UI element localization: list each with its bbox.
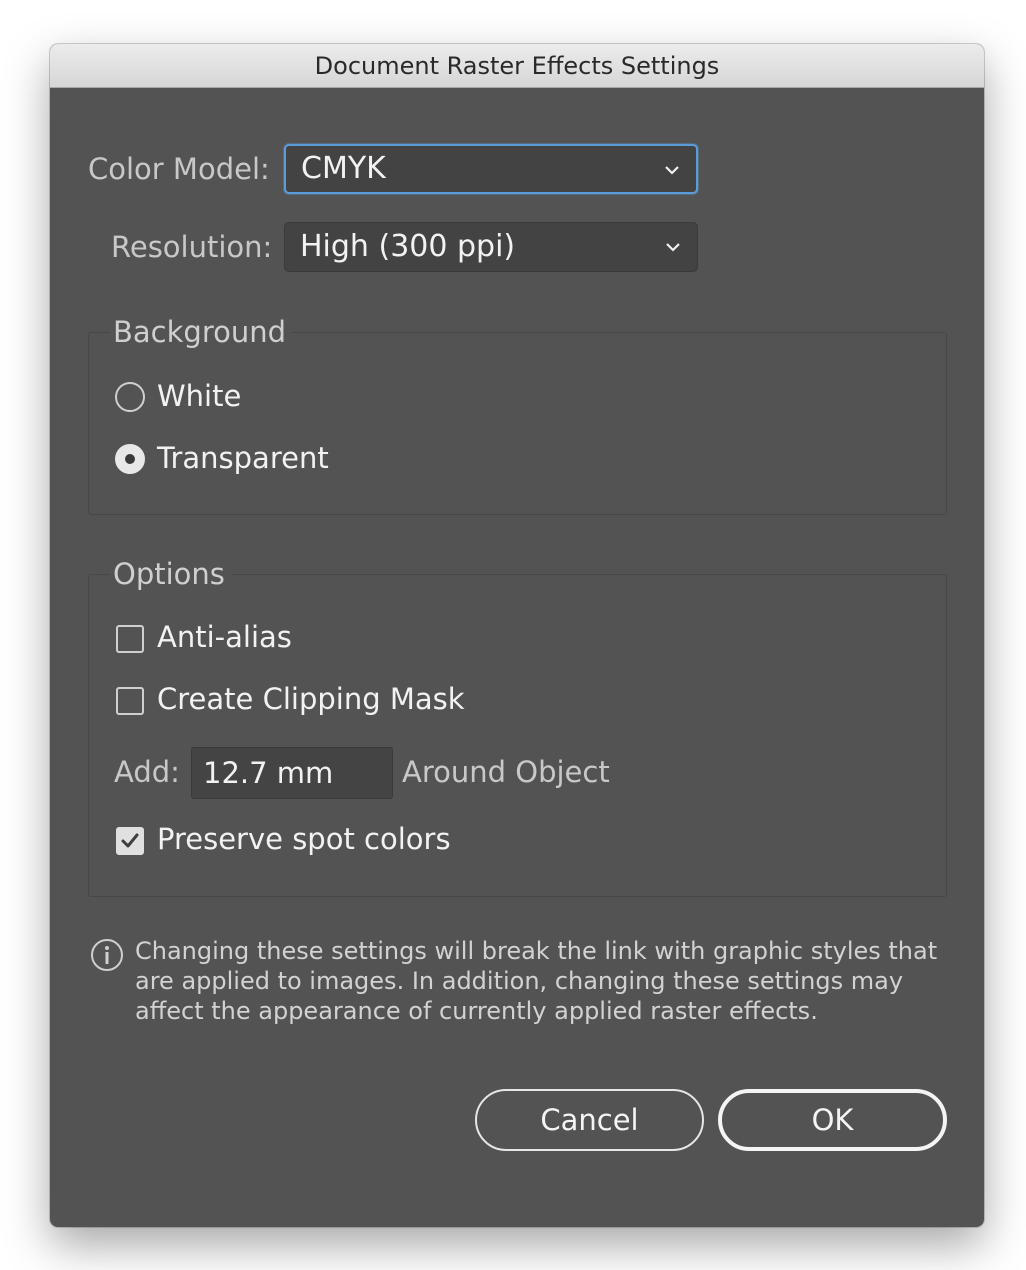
add-amount-input[interactable]: 12.7 mm [191, 747, 393, 799]
background-group [88, 332, 947, 515]
cancel-button[interactable]: Cancel [475, 1089, 704, 1151]
radio-white[interactable] [115, 382, 145, 412]
radio-white-label[interactable]: White [157, 379, 241, 413]
resolution-label: Resolution: [111, 230, 273, 264]
preserve-spot-colors-checkbox[interactable] [116, 827, 144, 855]
clipping-mask-label[interactable]: Create Clipping Mask [157, 682, 465, 716]
add-label: Add: [114, 755, 180, 789]
raster-effects-dialog: Document Raster Effects Settings Color M… [50, 44, 984, 1227]
clipping-mask-checkbox[interactable] [116, 687, 144, 715]
ok-button[interactable]: OK [718, 1089, 947, 1151]
options-group-title: Options [110, 557, 231, 591]
resolution-value: High (300 ppi) [300, 229, 516, 264]
background-group-title: Background [110, 315, 293, 349]
anti-alias-checkbox[interactable] [116, 625, 144, 653]
checkmark-icon [121, 833, 139, 848]
around-object-label: Around Object [402, 755, 610, 789]
color-model-value: CMYK [301, 151, 386, 186]
color-model-label: Color Model: [88, 152, 270, 186]
chevron-down-icon [666, 243, 680, 252]
preserve-spot-colors-label[interactable]: Preserve spot colors [157, 822, 451, 856]
color-model-select[interactable]: CMYK [284, 144, 698, 194]
chevron-down-icon [665, 166, 679, 175]
info-message: Changing these settings will break the l… [135, 937, 938, 1025]
resolution-select[interactable]: High (300 ppi) [284, 222, 698, 272]
info-icon [91, 939, 123, 971]
radio-transparent[interactable] [115, 444, 145, 474]
radio-transparent-label[interactable]: Transparent [157, 441, 329, 475]
dialog-title: Document Raster Effects Settings [50, 44, 984, 88]
anti-alias-label[interactable]: Anti-alias [157, 620, 292, 654]
